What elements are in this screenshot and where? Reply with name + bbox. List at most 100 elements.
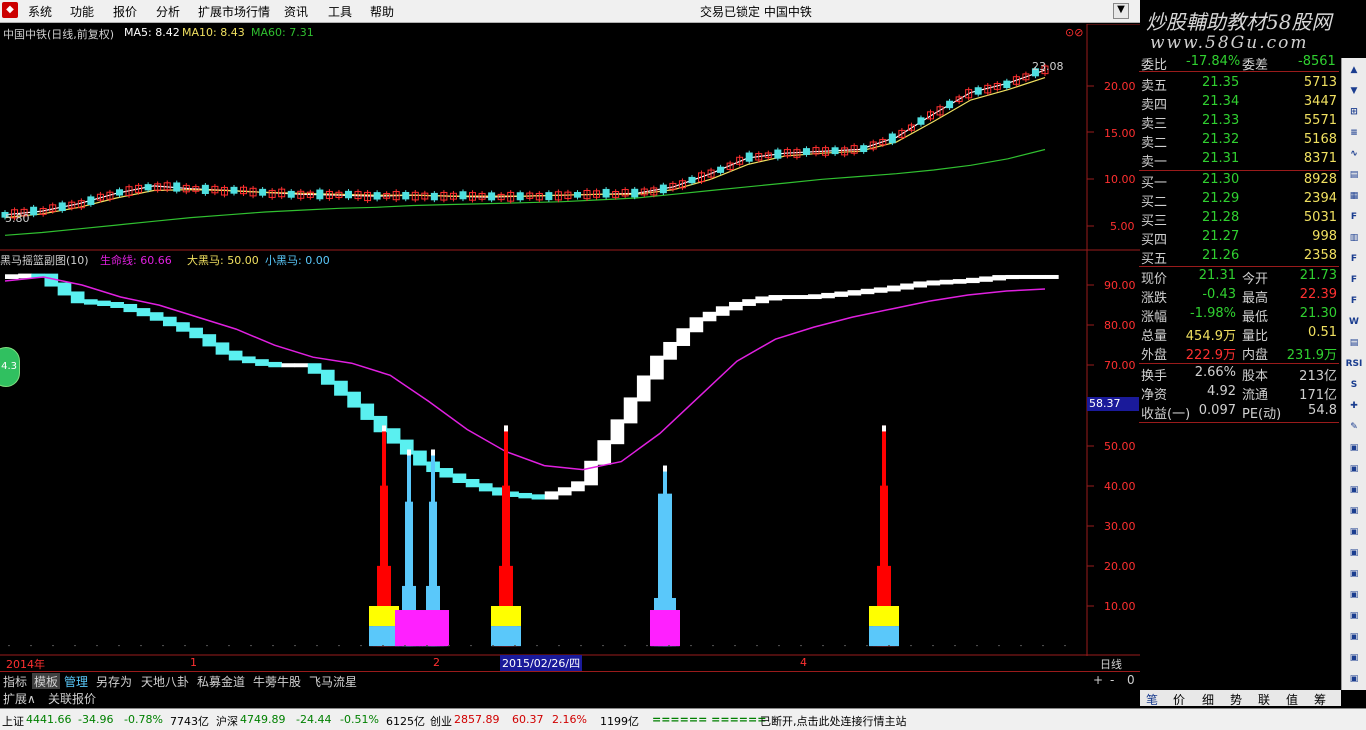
toolbar-button-icon[interactable]: F: [1345, 209, 1363, 225]
signal-base: [395, 610, 449, 647]
toolbar-button-icon[interactable]: ▣: [1345, 503, 1363, 519]
trend-block: [557, 487, 572, 496]
tab-manage[interactable]: 管理: [64, 673, 88, 690]
sub-ytick: 30.00: [1104, 520, 1136, 533]
chart-settings-icon[interactable]: ⊙⊘: [1065, 26, 1083, 39]
trend-block: [702, 311, 717, 322]
toolbar-button-icon[interactable]: ▥: [1345, 230, 1363, 246]
toolbar-button-icon[interactable]: RSI: [1345, 356, 1363, 372]
tab-trend[interactable]: 势: [1230, 691, 1242, 708]
toolbar-button-icon[interactable]: W: [1345, 314, 1363, 330]
ask-row[interactable]: 卖一 21.31 8371: [1138, 150, 1340, 170]
toolbar-button-icon[interactable]: ▣: [1345, 650, 1363, 666]
menu-ext-market[interactable]: 扩展市场行情: [198, 3, 270, 20]
ask-row[interactable]: 卖五 21.35 5713: [1138, 74, 1340, 94]
tab-detail[interactable]: 细: [1202, 691, 1214, 708]
tab-save-as[interactable]: 另存为: [96, 673, 132, 690]
toolbar-button-icon[interactable]: ▤: [1345, 335, 1363, 351]
tab-indicator[interactable]: 指标: [3, 673, 27, 690]
ask-row[interactable]: 卖四 21.34 3447: [1138, 93, 1340, 113]
zoom-reset-button[interactable]: 0: [1127, 673, 1135, 687]
trend-block: [676, 328, 691, 346]
period-label[interactable]: 日线: [1100, 656, 1122, 672]
trend-block: [320, 369, 335, 385]
side-float-button[interactable]: 4.3: [0, 347, 20, 387]
sz-index-pct: -0.51%: [340, 713, 379, 726]
related-quote-tab[interactable]: 关联报价: [48, 690, 96, 707]
menu-analysis[interactable]: 分析: [156, 3, 180, 20]
toolbar-button-icon[interactable]: F: [1345, 251, 1363, 267]
toolbar-button-icon[interactable]: ▣: [1345, 440, 1363, 456]
trade-lock-status: 交易已锁定 中国中铁: [700, 5, 812, 19]
toolbar-button-icon[interactable]: ∿: [1345, 146, 1363, 162]
bid-row[interactable]: 买一 21.30 8928: [1138, 171, 1340, 191]
bid-row[interactable]: 买三 21.28 5031: [1138, 209, 1340, 229]
toolbar-button-icon[interactable]: ≡: [1345, 125, 1363, 141]
tab-tiandi-bagua[interactable]: 天地八卦: [141, 673, 189, 690]
baseline-dot: [514, 645, 516, 647]
toolbar-button-icon[interactable]: S: [1345, 377, 1363, 393]
toolbar-button-icon[interactable]: ▼: [1345, 83, 1363, 99]
ask-row[interactable]: 卖二 21.32 5168: [1138, 131, 1340, 151]
candle-body: [946, 100, 954, 109]
toolbar-button-icon[interactable]: ▣: [1345, 566, 1363, 582]
trend-block: [5, 274, 19, 279]
app-logo-icon[interactable]: ◆: [2, 2, 18, 18]
bid-row[interactable]: 买五 21.26 2358: [1138, 247, 1340, 267]
big-horse-label: 大黑马: 50.00: [187, 254, 259, 267]
tab-chip[interactable]: 筹: [1314, 691, 1326, 708]
zoom-out-button[interactable]: -: [1110, 673, 1114, 687]
tab-link[interactable]: 联: [1258, 691, 1270, 708]
menu-help[interactable]: 帮助: [370, 3, 394, 20]
candle-body: [230, 186, 238, 194]
signal-base: [369, 626, 399, 647]
toolbar-button-icon[interactable]: ▣: [1345, 545, 1363, 561]
toolbar-button-icon[interactable]: ▣: [1345, 608, 1363, 624]
chart-area[interactable]: 中国中铁(日线,前复权) MA5: 8.42 MA10: 8.43 MA60: …: [0, 24, 1140, 671]
tab-value[interactable]: 值: [1286, 691, 1298, 708]
trend-block: [452, 473, 467, 484]
toolbar-button-icon[interactable]: ▦: [1345, 188, 1363, 204]
trend-block: [610, 419, 625, 445]
tab-price[interactable]: 价: [1173, 691, 1185, 708]
toolbar-button-icon[interactable]: ▤: [1345, 167, 1363, 183]
menu-news[interactable]: 资讯: [284, 3, 308, 20]
tab-niubang-niugu[interactable]: 牛蒡牛股: [253, 673, 301, 690]
toolbar-button-icon[interactable]: ⊞: [1345, 104, 1363, 120]
toolbar-button-icon[interactable]: F: [1345, 293, 1363, 309]
trend-block: [228, 350, 243, 361]
menu-function[interactable]: 功能: [70, 3, 94, 20]
signal-base: [869, 606, 899, 627]
menu-quote[interactable]: 报价: [113, 3, 137, 20]
toolbar-button-icon[interactable]: ▣: [1345, 461, 1363, 477]
tab-template[interactable]: 模板: [32, 673, 61, 690]
connect-server-link[interactable]: 已断开,点击此处连接行情主站: [760, 713, 907, 729]
menu-tools[interactable]: 工具: [328, 3, 352, 20]
bid-row[interactable]: 买四 21.27 998: [1138, 228, 1340, 248]
baseline-dot: [932, 645, 934, 647]
toolbar-button-icon[interactable]: ▣: [1345, 482, 1363, 498]
toolbar-button-icon[interactable]: ▲: [1345, 62, 1363, 78]
bid-row[interactable]: 买二 21.29 2394: [1138, 190, 1340, 210]
kline-chart-svg[interactable]: [0, 24, 1140, 656]
signal-base: [369, 606, 399, 627]
sub-ytick: 50.00: [1104, 440, 1136, 453]
toolbar-button-icon[interactable]: ▣: [1345, 629, 1363, 645]
tab-bi[interactable]: 笔: [1146, 691, 1158, 708]
trend-block: [887, 285, 901, 292]
toolbar-button-icon[interactable]: ▣: [1345, 524, 1363, 540]
toolbar-button-icon[interactable]: ✎: [1345, 419, 1363, 435]
tab-simu-jindao[interactable]: 私募金道: [197, 673, 245, 690]
ask-row[interactable]: 卖三 21.33 5571: [1138, 112, 1340, 132]
zoom-in-button[interactable]: +: [1093, 673, 1103, 687]
collapse-icon[interactable]: ▼: [1113, 3, 1129, 19]
toolbar-button-icon[interactable]: ✚: [1345, 398, 1363, 414]
toolbar-button-icon[interactable]: ▣: [1345, 587, 1363, 603]
toolbar-button-icon[interactable]: ▣: [1345, 671, 1363, 687]
tab-feima-liuxing[interactable]: 飞马流星: [309, 673, 357, 690]
menu-system[interactable]: 系统: [28, 3, 52, 20]
trend-block: [1005, 274, 1020, 280]
toolbar-button-icon[interactable]: F: [1345, 272, 1363, 288]
baseline-dot: [778, 645, 780, 647]
ext-toggle[interactable]: 扩展∧: [3, 690, 36, 707]
